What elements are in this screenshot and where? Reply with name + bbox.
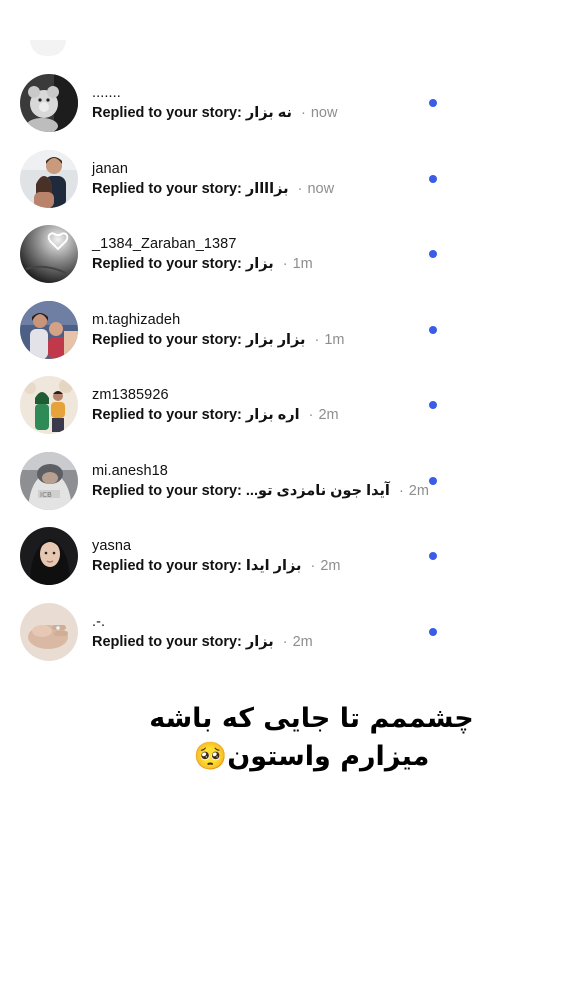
username: zm1385926 [92, 387, 169, 403]
reply-prefix: Replied to your story: [92, 558, 242, 574]
username: m.taghizadeh [92, 311, 181, 328]
reply-prefix: Replied to your story: [92, 180, 242, 197]
previous-avatar-fragment [30, 40, 66, 56]
caption-line-1: چشممم تا جایی که باشه [149, 703, 474, 734]
reply-prefix: Replied to your story: [92, 633, 242, 650]
reply-prefix: Replied to your story: [92, 105, 242, 121]
timestamp: 2m [318, 407, 339, 423]
username: ....... [92, 85, 121, 101]
timestamp: 1m [324, 331, 345, 348]
reply-message: اره بزار [245, 407, 300, 423]
reply-message: بزار ایدا [245, 558, 302, 574]
unread-indicator [429, 325, 437, 334]
list-item[interactable]: yasna Replied to your story: بزار ایدا ·… [0, 519, 563, 595]
couple-photo-outdoor-icon [20, 376, 78, 434]
heart-shape-dark-icon [20, 225, 78, 283]
separator: · [282, 633, 288, 650]
reply-prefix: Replied to your story: [92, 331, 242, 348]
reply-message: آیدا جون نامزدی تو... [245, 482, 390, 499]
woman-portrait-icon [20, 527, 78, 585]
unread-indicator [429, 174, 437, 183]
unread-indicator [429, 476, 437, 485]
list-item[interactable]: _1384_Zaraban_1387 Replied to your story… [0, 217, 563, 293]
avatar[interactable] [20, 149, 78, 208]
reply-line: Replied to your story: بزار · 1m [92, 256, 313, 272]
username: .-. [92, 613, 106, 630]
unread-indicator [429, 627, 437, 636]
person-in-hood-icon: ICB [20, 451, 78, 510]
avatar[interactable] [20, 74, 78, 132]
avatar[interactable] [20, 225, 78, 283]
username: _1384_Zaraban_1387 [92, 236, 237, 252]
reply-line: Replied to your story: آیدا جون نامزدی ت… [92, 483, 429, 499]
story-replies-list: ....... Replied to your story: نه بزار ·… [0, 66, 563, 670]
avatar[interactable] [20, 602, 78, 661]
timestamp: now [307, 180, 335, 197]
list-item[interactable]: janan Replied to your story: بزاااار · no… [0, 142, 563, 218]
reply-line: Replied to your story: نه بزار · now [92, 105, 337, 121]
list-item[interactable]: ICB mi.anesh18 Replied to your story: آی… [0, 444, 563, 520]
separator: · [282, 256, 288, 272]
list-item[interactable]: m.taghizadeh Replied to your story: بزار… [0, 293, 563, 369]
separator: · [314, 331, 320, 348]
reply-message: نه بزار [245, 105, 292, 121]
reply-prefix: Replied to your story: [92, 407, 242, 423]
reply-line: Replied to your story: بزار ایدا · 2m [92, 558, 341, 574]
separator: · [300, 105, 306, 121]
avatar[interactable]: ICB [20, 451, 78, 510]
list-item[interactable]: ....... Replied to your story: نه بزار ·… [0, 66, 563, 142]
couple-photo-icon [20, 149, 78, 208]
unread-indicator [429, 99, 437, 107]
timestamp: 2m [408, 482, 429, 499]
separator: · [308, 407, 314, 423]
username: janan [92, 160, 128, 177]
timestamp: 1m [292, 256, 313, 272]
reply-line: Replied to your story: بزاااار · now [92, 181, 334, 197]
reply-message: بزاااار [245, 180, 289, 197]
separator: · [310, 558, 316, 574]
avatar[interactable] [20, 300, 78, 359]
svg-text:ICB: ICB [40, 491, 52, 499]
hands-photo-icon [20, 602, 78, 661]
caption-line-2: میزارم واستون🥺 [193, 741, 430, 772]
reply-message: بزار بزار [245, 331, 306, 348]
couple-photo-icon [20, 300, 78, 359]
reply-line: Replied to your story: بزار · 2m [92, 634, 313, 650]
separator: · [398, 482, 404, 499]
unread-indicator [429, 250, 437, 258]
reply-prefix: Replied to your story: [92, 482, 242, 499]
timestamp: 2m [292, 633, 313, 650]
avatar[interactable] [20, 376, 78, 434]
reply-prefix: Replied to your story: [92, 256, 242, 272]
username: yasna [92, 538, 132, 554]
list-item[interactable]: .-. Replied to your story: بزار · 2m [0, 595, 563, 671]
teddy-bear-photo-icon [20, 74, 78, 132]
timestamp: 2m [320, 558, 341, 574]
unread-indicator [429, 552, 437, 560]
separator: · [297, 180, 303, 197]
reply-line: Replied to your story: اره بزار · 2m [92, 407, 339, 423]
reply-message: بزار [245, 256, 274, 272]
username: mi.anesh18 [92, 462, 168, 479]
unread-indicator [429, 401, 437, 409]
story-caption: چشممم تا جایی که باشه میزارم واستون🥺 [0, 700, 563, 776]
list-item[interactable]: zm1385926 Replied to your story: اره بزا… [0, 368, 563, 444]
reply-message: بزار [245, 633, 274, 650]
timestamp: now [310, 105, 338, 121]
avatar[interactable] [20, 527, 78, 585]
reply-line: Replied to your story: بزار بزار · 1m [92, 332, 345, 348]
